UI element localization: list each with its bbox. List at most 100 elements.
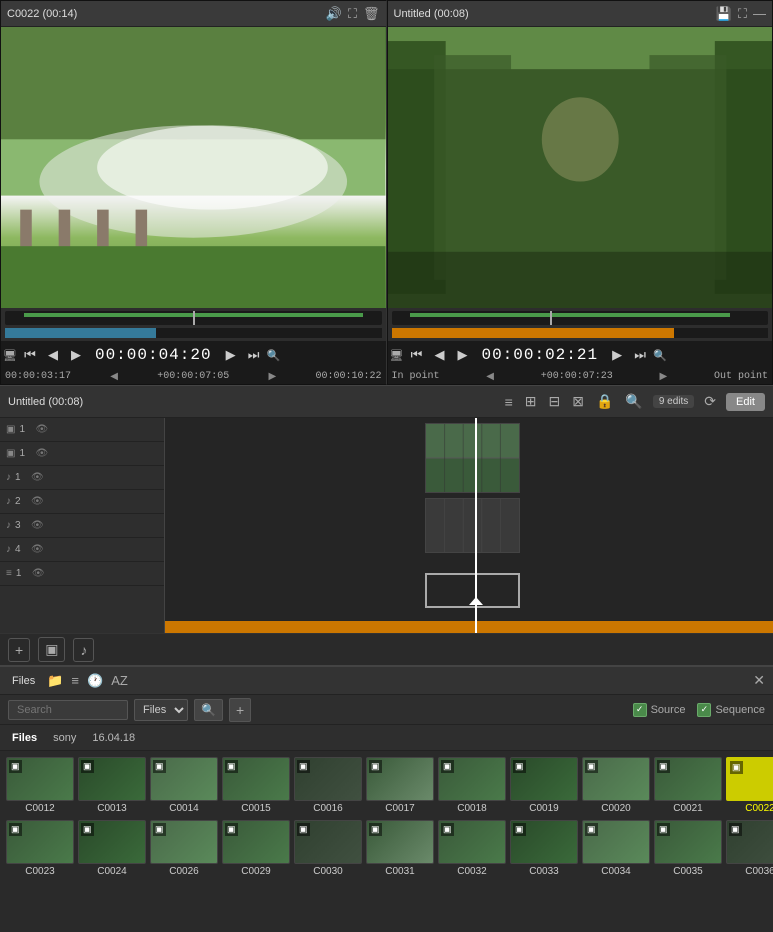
left-prev-frame-btn[interactable]: ◀ (43, 345, 63, 365)
edit-button[interactable]: Edit (726, 393, 765, 411)
tag-sony-btn[interactable]: sony (49, 730, 80, 746)
right-fullscreen-icon[interactable]: ⛶ (738, 6, 747, 22)
files-clock-icon[interactable]: 🕐 (87, 673, 103, 689)
thumb-c0020[interactable]: ▣ C0020 (582, 757, 650, 814)
files-close-btn[interactable]: ✕ (753, 672, 765, 689)
left-volume-icon[interactable]: 🔊 (326, 6, 342, 22)
files-list-icon[interactable]: ≡ (71, 673, 79, 688)
thumb-img-c0019: ▣ (510, 757, 578, 801)
left-trash-icon[interactable]: 🗑 (363, 6, 380, 22)
thumb-c0022[interactable]: ▣ C0022 (726, 757, 773, 814)
left-play-btn[interactable]: ▶ (66, 345, 86, 365)
search-button[interactable]: 🔍 (194, 699, 223, 721)
track-eye2-icon[interactable]: 👁 (35, 448, 48, 459)
source-seq-row: ✓ Source ✓ Sequence (633, 703, 765, 717)
thumb-c0029[interactable]: ▣ C0029 (222, 820, 290, 877)
timeline-section: Untitled (00:08) ≡ ⊞ ⊟ ⊠ 🔒 🔍 9 edits ⟳ E… (0, 385, 773, 665)
sequence-checkbox-label[interactable]: ✓ Sequence (697, 703, 765, 717)
right-save-icon[interactable]: 💾 (716, 6, 732, 22)
track-eye3-icon[interactable]: 👁 (31, 472, 44, 483)
thumb-c0030[interactable]: ▣ C0030 (294, 820, 362, 877)
video-clip-2[interactable] (425, 498, 520, 553)
timeline-tool4-icon[interactable]: ⊠ (570, 391, 586, 412)
track-audio-3: ♪ 3 👁 (0, 514, 164, 538)
thumb-c0034[interactable]: ▣ C0034 (582, 820, 650, 877)
thumb-c0014[interactable]: ▣ C0014 (150, 757, 218, 814)
video-track-btn[interactable]: ▣ (38, 637, 65, 662)
right-transport-controls: 🖥 ⏮ ◀ ▶ 00:00:02:21 ▶ ⏭ 🔍 (388, 341, 773, 369)
thumb-c0012[interactable]: ▣ C0012 (6, 757, 74, 814)
thumb-c0032[interactable]: ▣ C0032 (438, 820, 506, 877)
timeline-tool2-icon[interactable]: ⊞ (523, 391, 539, 412)
thumb-c0016[interactable]: ▣ C0016 (294, 757, 362, 814)
left-goto-start-btn[interactable]: ⏮ (20, 345, 40, 365)
right-zoom-icon[interactable]: 🔍 (653, 349, 667, 362)
right-next-frame-btn[interactable]: ▶ (607, 345, 627, 365)
left-next-frame-btn[interactable]: ▶ (221, 345, 241, 365)
tag-date-btn[interactable]: 16.04.18 (88, 730, 139, 746)
track-eye7-icon[interactable]: 👁 (32, 568, 45, 579)
thumb-c0015[interactable]: ▣ C0015 (222, 757, 290, 814)
thumb-img-c0035: ▣ (654, 820, 722, 864)
video-track-icon: ▣ (6, 424, 15, 435)
thumb-c0031[interactable]: ▣ C0031 (366, 820, 434, 877)
timeline-lock-icon[interactable]: 🔒 (594, 391, 615, 412)
thumb-c0026[interactable]: ▣ C0026 (150, 820, 218, 877)
thumb-img-c0029: ▣ (222, 820, 290, 864)
files-az-icon[interactable]: AZ (111, 673, 128, 688)
right-minimize-icon[interactable]: — (753, 6, 766, 21)
timeline-tool3-icon[interactable]: ⊟ (546, 391, 562, 412)
audio-track-btn[interactable]: ♪ (73, 638, 94, 662)
track-eye6-icon[interactable]: 👁 (31, 544, 44, 555)
track-eye5-icon[interactable]: 👁 (31, 520, 44, 531)
thumb-img-c0015: ▣ (222, 757, 290, 801)
right-prev-frame-btn[interactable]: ◀ (429, 345, 449, 365)
thumb-icon-c0020: ▣ (585, 760, 598, 773)
thumb-c0036[interactable]: ▣ C0036 (726, 820, 773, 877)
track-audio-4: ♪ 4 👁 (0, 538, 164, 562)
video-clip-1[interactable] (425, 423, 520, 493)
right-goto-start-btn[interactable]: ⏮ (406, 345, 426, 365)
tag-files-btn[interactable]: Files (8, 730, 41, 746)
files-tab[interactable]: Files (8, 673, 39, 689)
files-dropdown[interactable]: Files (134, 699, 188, 721)
timeline-scrollbar[interactable] (165, 621, 773, 633)
add-button[interactable]: + (229, 698, 251, 722)
right-play-btn[interactable]: ▶ (452, 345, 472, 365)
left-controls-bar (1, 308, 386, 341)
left-timeline-progress[interactable] (5, 311, 382, 325)
files-folder-icon[interactable]: 📁 (47, 673, 63, 689)
right-goto-end-btn[interactable]: ⏭ (630, 345, 650, 365)
thumb-c0019[interactable]: ▣ C0019 (510, 757, 578, 814)
thumb-c0024[interactable]: ▣ C0024 (78, 820, 146, 877)
left-zoom-icon[interactable]: 🔍 (267, 349, 281, 362)
search-input[interactable] (8, 700, 128, 720)
track-eye4-icon[interactable]: 👁 (31, 496, 44, 507)
timeline-tool1-icon[interactable]: ≡ (503, 392, 515, 412)
thumb-c0035[interactable]: ▣ C0035 (654, 820, 722, 877)
thumb-img-c0014: ▣ (150, 757, 218, 801)
timeline-history-icon[interactable]: ⟳ (702, 391, 718, 412)
thumb-img-c0033: ▣ (510, 820, 578, 864)
add-track-btn[interactable]: + (8, 638, 30, 662)
timeline-zoom-icon[interactable]: 🔍 (623, 391, 644, 412)
thumb-c0013[interactable]: ▣ C0013 (78, 757, 146, 814)
track-eye-icon[interactable]: 👁 (35, 424, 48, 435)
thumb-img-c0032: ▣ (438, 820, 506, 864)
thumb-c0021[interactable]: ▣ C0021 (654, 757, 722, 814)
thumb-c0033[interactable]: ▣ C0033 (510, 820, 578, 877)
thumb-c0023[interactable]: ▣ C0023 (6, 820, 74, 877)
right-timeline-progress[interactable] (392, 311, 769, 325)
left-goto-end-btn[interactable]: ⏭ (244, 345, 264, 365)
thumb-label-c0034: C0034 (601, 866, 630, 877)
source-checkbox-label[interactable]: ✓ Source (633, 703, 686, 717)
thumb-c0017[interactable]: ▣ C0017 (366, 757, 434, 814)
thumb-c0018[interactable]: ▣ C0018 (438, 757, 506, 814)
track-audio-sub: ≡ 1 👁 (0, 562, 164, 586)
thumb-img-c0024: ▣ (78, 820, 146, 864)
left-panel-icons: 🔊 ⛶ 🗑 (326, 6, 380, 22)
thumb-label-c0023: C0023 (25, 866, 54, 877)
right-green-bar (410, 313, 730, 317)
thumb-img-c0016: ▣ (294, 757, 362, 801)
left-fullscreen-icon[interactable]: ⛶ (348, 6, 357, 22)
